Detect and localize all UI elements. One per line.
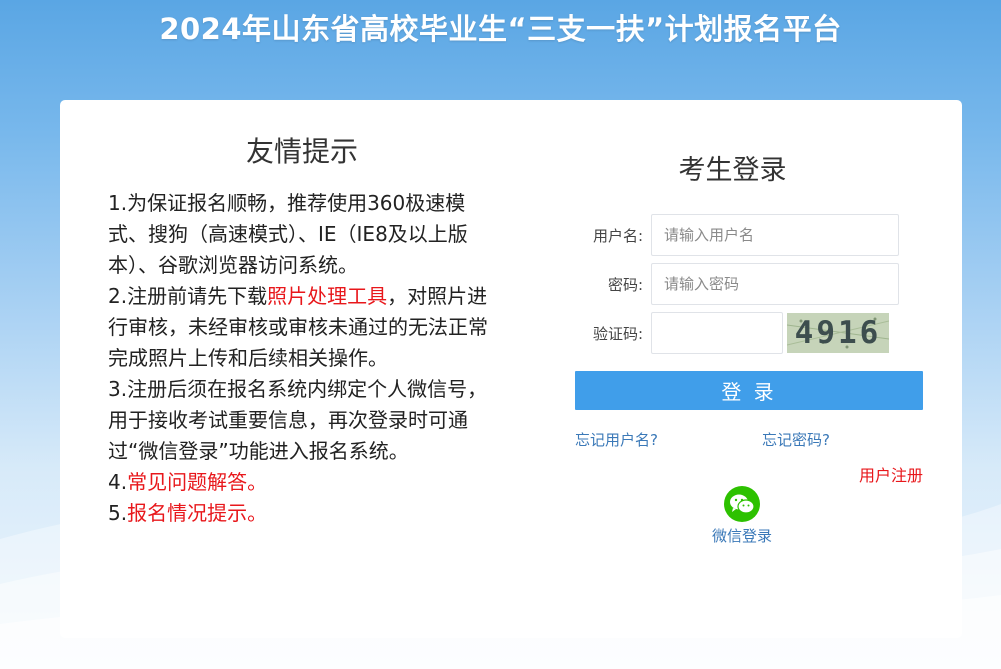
forgot-password-link[interactable]: 忘记密码?: [762, 429, 830, 450]
captcha-image[interactable]: 4916: [787, 313, 889, 353]
wechat-icon[interactable]: [724, 486, 760, 522]
tips-panel: 友情提示 1.为保证报名顺畅，推荐使用360极速模式、搜狗（高速模式）、IE（I…: [108, 130, 496, 529]
username-label: 用户名:: [592, 226, 643, 245]
username-row: 用户名:: [575, 214, 899, 256]
password-row: 密码:: [575, 263, 899, 305]
login-button[interactable]: 登 录: [575, 371, 923, 410]
photo-tool-link[interactable]: 照片处理工具: [267, 284, 387, 308]
tip-item-2: 2.注册前请先下载照片处理工具，对照片进行审核，未经审核或审核未通过的无法正常完…: [108, 281, 496, 374]
tip-item-5: 5.报名情况提示。: [108, 498, 496, 529]
registration-status-link[interactable]: 报名情况提示。: [127, 501, 267, 525]
forgot-username-link[interactable]: 忘记用户名?: [575, 429, 658, 450]
tips-title: 友情提示: [245, 135, 358, 168]
tip-item-4: 4.常见问题解答。: [108, 467, 496, 498]
register-link[interactable]: 用户注册: [859, 462, 923, 486]
tip-item-5-prefix: 5.: [108, 501, 128, 525]
username-input[interactable]: [651, 214, 899, 256]
tips-body: 1.为保证报名顺畅，推荐使用360极速模式、搜狗（高速模式）、IE（IE8及以上…: [108, 188, 496, 529]
captcha-label: 验证码:: [592, 324, 643, 343]
tip-item-3: 3.注册后须在报名系统内绑定个人微信号，用于接收考试重要信息，再次登录时可通过“…: [108, 377, 488, 463]
wechat-icon-glyph: [730, 494, 755, 514]
faq-link[interactable]: 常见问题解答。: [127, 470, 267, 494]
password-label: 密码:: [607, 275, 643, 294]
tip-item-4-prefix: 4.: [108, 470, 128, 494]
captcha-text: 4916: [794, 315, 882, 351]
captcha-row: 验证码: 4916: [575, 312, 889, 354]
main-card: 友情提示 1.为保证报名顺畅，推荐使用360极速模式、搜狗（高速模式）、IE（I…: [60, 100, 962, 638]
password-input[interactable]: [651, 263, 899, 305]
page-title: 2024年山东省高校毕业生“三支一扶”计划报名平台: [159, 12, 842, 46]
wechat-login-label: 微信登录: [711, 527, 772, 545]
captcha-input[interactable]: [651, 312, 783, 354]
login-title: 考生登录: [678, 155, 787, 186]
wechat-login[interactable]: 微信登录: [701, 486, 783, 546]
tip-item-2-prefix: 2.注册前请先下载: [108, 284, 268, 308]
tip-item-1: 1.为保证报名顺畅，推荐使用360极速模式、搜狗（高速模式）、IE（IE8及以上…: [108, 191, 468, 277]
